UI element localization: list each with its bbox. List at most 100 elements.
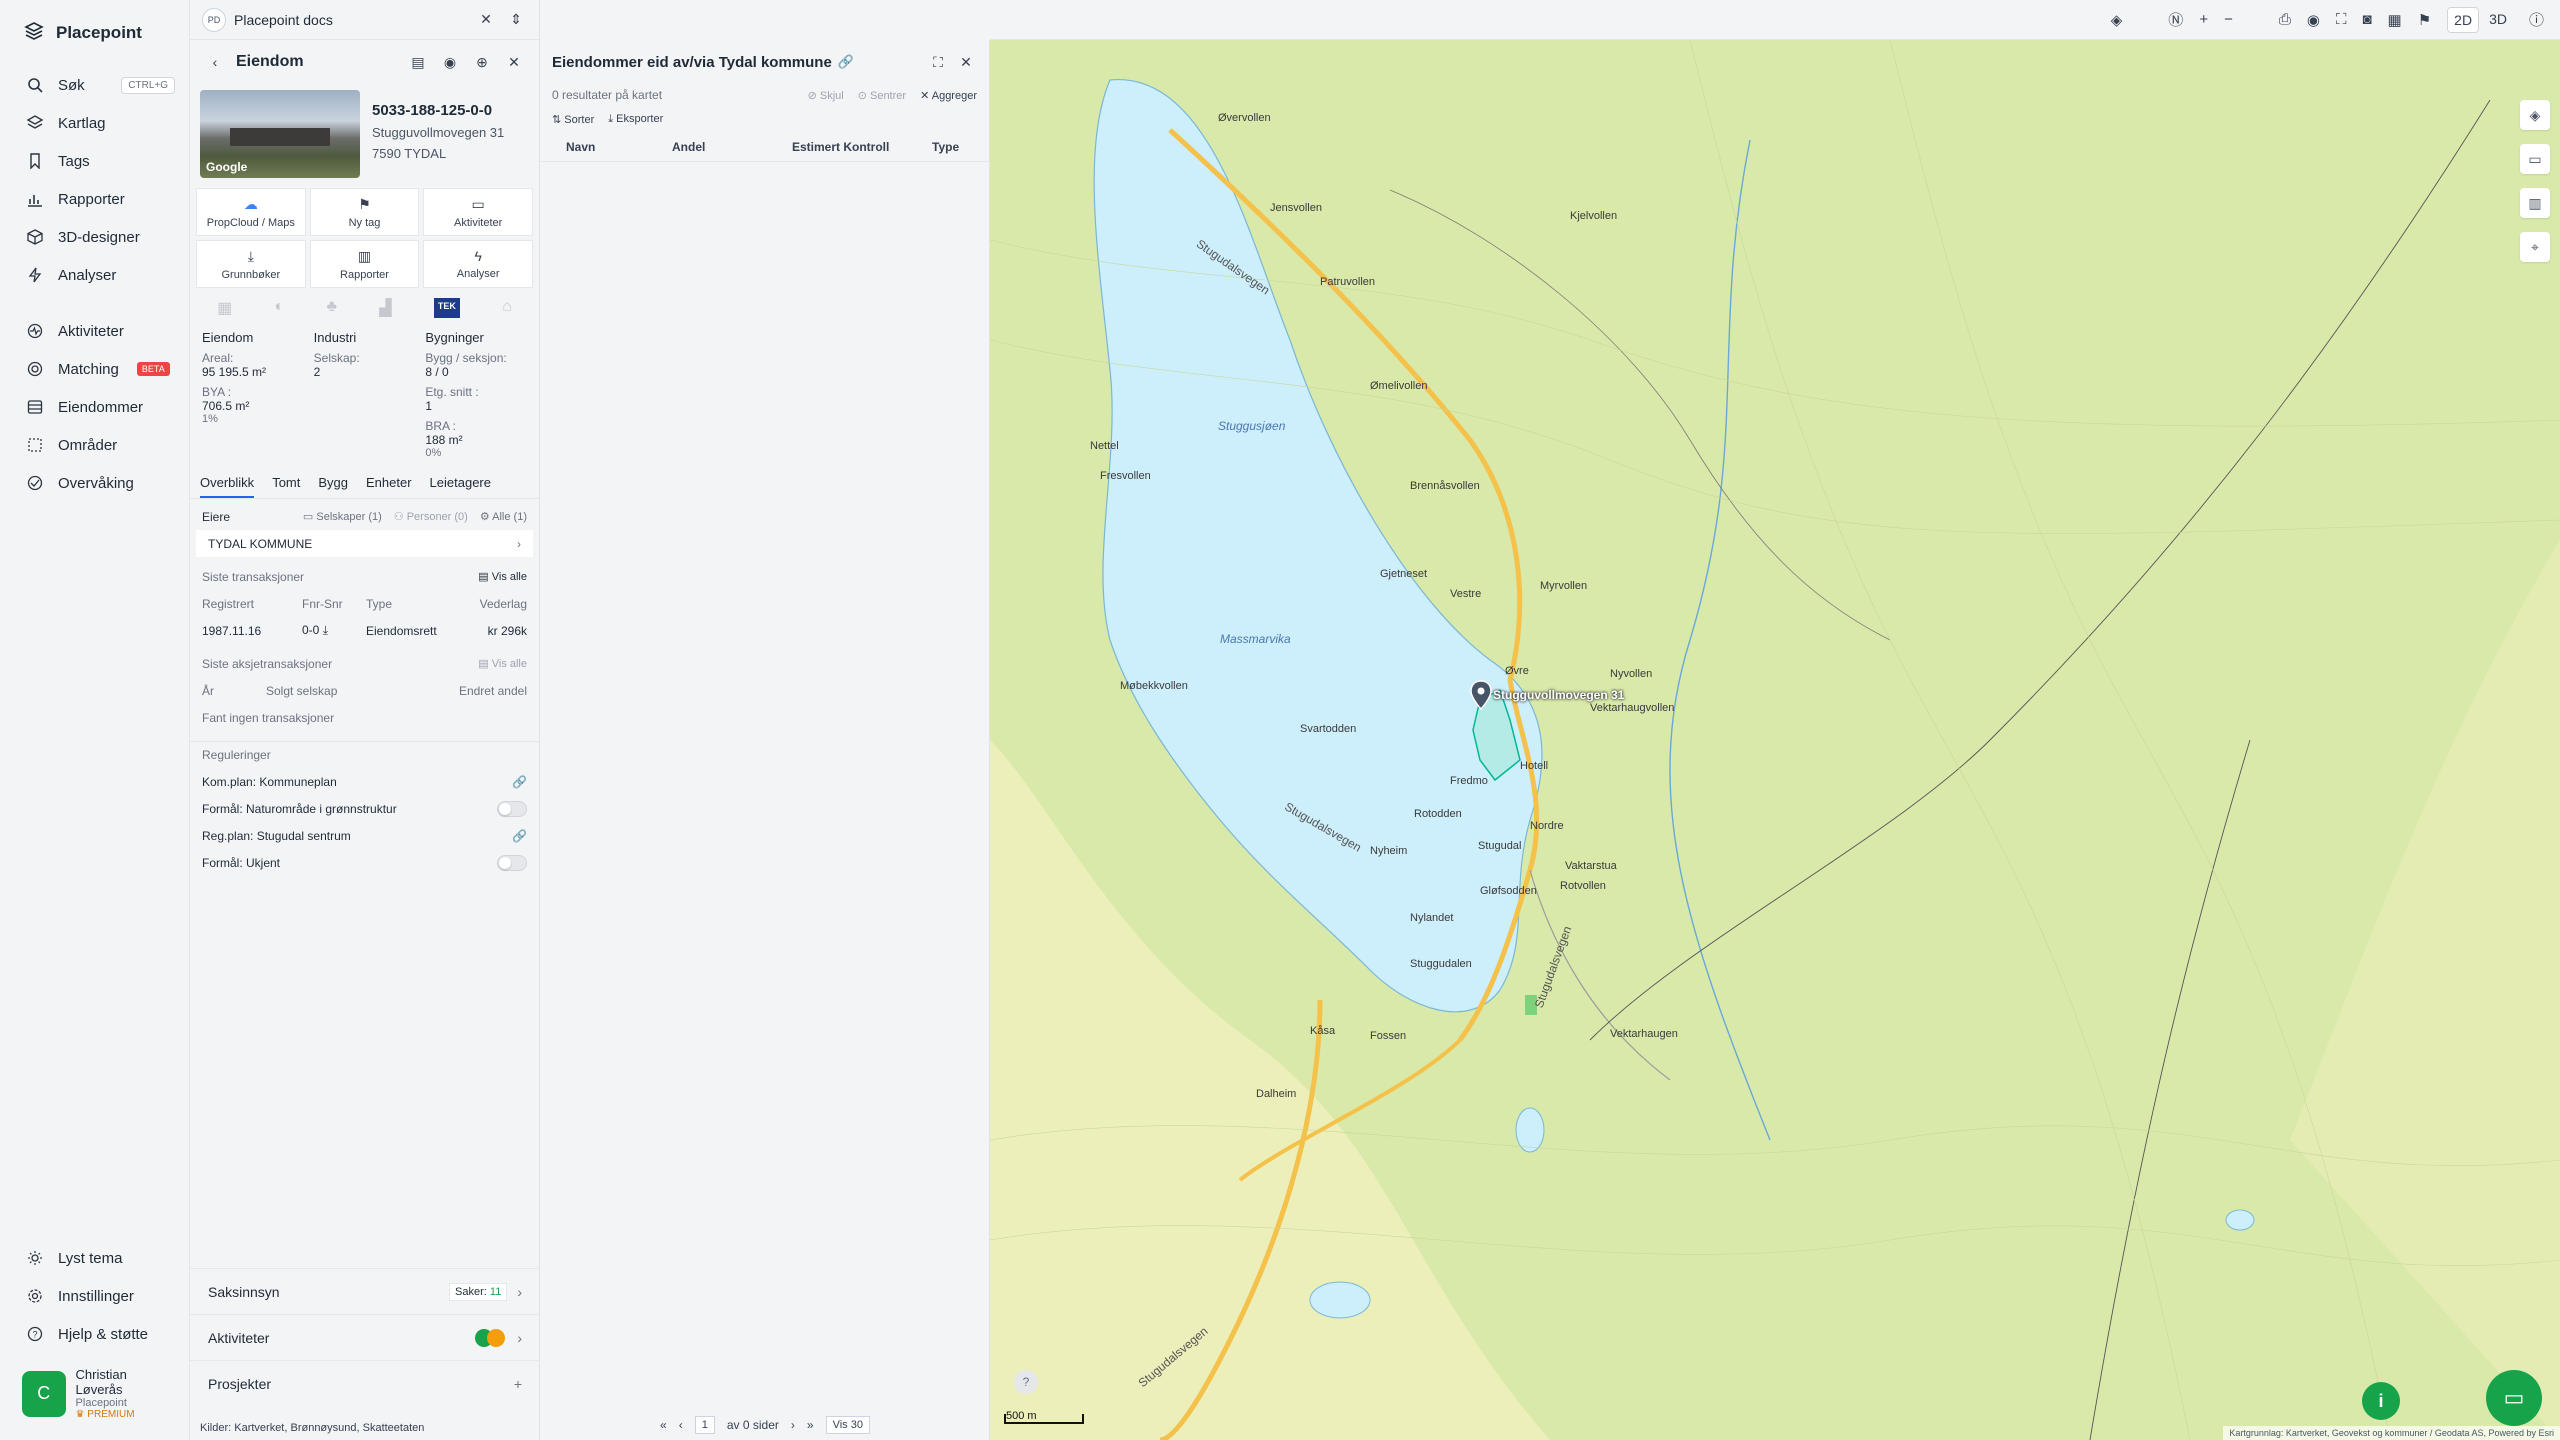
link-icon[interactable]: 🔗 [512, 775, 527, 789]
info-icon[interactable]: ⓘ [2529, 9, 2544, 30]
app-brand[interactable]: Placepoint [0, 0, 189, 66]
map-place-label: Massmarvika [1220, 632, 1291, 646]
chevron-updown-icon[interactable]: ⇕ [505, 9, 527, 31]
filter-persons[interactable]: ⚇ Personer (0) [394, 510, 468, 523]
close-icon[interactable]: ✕ [503, 51, 525, 73]
view-3d-button[interactable]: 3D [2483, 7, 2513, 33]
link-icon[interactable]: 🔗 [512, 829, 527, 843]
nav-overvaking[interactable]: Overvåking [0, 464, 189, 502]
analyses-button[interactable]: ϟ Analyser [423, 240, 533, 288]
view-2d-button[interactable]: 2D [2447, 6, 2480, 33]
globe-layer-icon[interactable]: ◐ [275, 298, 285, 318]
close-icon[interactable]: ✕ [475, 9, 497, 31]
measure-icon[interactable]: ⌖ [2520, 232, 2550, 262]
ruler-icon[interactable]: ▭ [2520, 144, 2550, 174]
nav-search[interactable]: Søk CTRL+G [0, 66, 189, 104]
info-button[interactable]: i [2362, 1382, 2400, 1420]
export-button[interactable]: ⤓ Eksporter [608, 113, 663, 126]
sort-button[interactable]: ⇅ Sorter [552, 113, 594, 126]
reg-row[interactable]: Kom.plan: Kommuneplan 🔗 [190, 768, 539, 795]
property-address[interactable]: Stugguvollmovegen 31 [372, 125, 504, 140]
grid-layer-icon[interactable]: ▦ [217, 298, 232, 318]
new-tag-button[interactable]: ⚑ Ny tag [309, 188, 420, 236]
aggregate-button[interactable]: ✕ Aggreger [920, 89, 977, 102]
nav-aktiviteter[interactable]: Aktiviteter [0, 312, 189, 350]
hide-button[interactable]: ⊘ Skjul [808, 89, 844, 102]
accordion-prosjekter[interactable]: Prosjekter + [190, 1360, 540, 1406]
tab-bygg[interactable]: Bygg [318, 475, 348, 498]
fullscreen-icon[interactable]: ⛶ [2336, 11, 2347, 28]
settings-icon[interactable]: ⊕ [471, 51, 493, 73]
map-view[interactable]: Stuggusjøen Massmarvika Øvervollen Jensv… [990, 40, 2560, 1440]
tab-enheter[interactable]: Enheter [366, 475, 412, 498]
nav-omrader[interactable]: Områder [0, 426, 189, 464]
street-view-thumbnail[interactable]: Google [200, 90, 360, 178]
nav-settings[interactable]: Innstillinger [0, 1277, 190, 1315]
nav-help[interactable]: ? Hjelp & støtte [0, 1315, 190, 1353]
nav-matching[interactable]: Matching BETA [0, 350, 189, 388]
reports-button[interactable]: ▥ Rapporter [309, 240, 420, 288]
map-layer-icon[interactable]: ◈ [2520, 100, 2550, 130]
col-header[interactable]: Navn [552, 140, 672, 154]
id-card-icon[interactable]: ▤ [407, 51, 429, 73]
view-all-link[interactable]: ▤ Vis alle [478, 657, 527, 670]
layers-icon[interactable]: ◈ [2111, 11, 2123, 29]
user-profile[interactable]: C Christian Løverås Placepoint ♛ PREMIUM [16, 1361, 178, 1426]
nav-tags[interactable]: Tags [0, 142, 189, 180]
link-icon[interactable]: 🔗 [838, 54, 854, 70]
prev-page-button[interactable]: ‹ [679, 1418, 683, 1432]
page-size-select[interactable]: Vis 30 [825, 1416, 870, 1434]
nav-eiendommer[interactable]: Eiendommer [0, 388, 189, 426]
last-page-button[interactable]: » [807, 1418, 814, 1432]
download-icon[interactable]: ⤓ [323, 623, 328, 637]
tab-tomt[interactable]: Tomt [272, 475, 300, 498]
tab-title[interactable]: Placepoint docs [234, 12, 467, 28]
filter-all[interactable]: ⚙ Alle (1) [480, 510, 527, 523]
tek-layer-icon[interactable]: TEK [433, 298, 460, 318]
toggle-switch[interactable] [497, 800, 527, 817]
eye-icon[interactable]: ◉ [439, 51, 461, 73]
eye-icon[interactable]: ◉ [2307, 11, 2320, 29]
close-icon[interactable]: ✕ [955, 51, 977, 73]
print-icon[interactable]: ⎙ [2279, 11, 2291, 28]
camera-icon[interactable]: ◙ [2362, 11, 2371, 28]
transaction-row[interactable]: 1987.11.16 0-0 ⤓ Eiendomsrett kr 296k [190, 617, 539, 644]
tab-leietagere[interactable]: Leietagere [430, 475, 491, 498]
zoom-in-button[interactable]: + [2199, 11, 2208, 28]
next-page-button[interactable]: › [791, 1418, 795, 1432]
nav-kartlag[interactable]: Kartlag [0, 104, 189, 142]
col-header[interactable]: Estimert Kontroll [792, 140, 932, 154]
nav-rapporter[interactable]: Rapporter [0, 180, 189, 218]
nav-3d-designer[interactable]: 3D-designer [0, 218, 189, 256]
view-all-link[interactable]: ▤ Vis alle [478, 570, 527, 583]
first-page-button[interactable]: « [660, 1418, 667, 1432]
help-icon[interactable]: ? [1014, 1370, 1038, 1394]
nav-analyser[interactable]: Analyser [0, 256, 189, 294]
col-header[interactable]: Andel [672, 140, 792, 154]
reg-row[interactable]: Reg.plan: Stugudal sentrum 🔗 [190, 822, 539, 849]
center-button[interactable]: ⊙ Sentrer [858, 89, 906, 102]
bookmark-icon[interactable]: ⚑ [2418, 11, 2431, 29]
house-layer-icon[interactable]: ⌂ [502, 298, 512, 318]
propcloud-button[interactable]: ☁ PropCloud / Maps [196, 188, 306, 236]
bars-layer-icon[interactable]: ▟ [379, 298, 391, 318]
col-header[interactable]: Type [932, 140, 959, 154]
back-icon[interactable]: ‹ [204, 51, 226, 73]
accordion-saksinnsyn[interactable]: Saksinnsyn Saker: 11 › [190, 1268, 540, 1314]
activities-button[interactable]: ▭ Aktiviteter [423, 188, 533, 236]
compass-icon[interactable]: Ⓝ [2168, 9, 2183, 30]
page-input[interactable]: 1 [694, 1416, 715, 1434]
grunnboker-button[interactable]: ⤓ Grunnbøker [196, 240, 306, 288]
chat-button[interactable]: ▭ [2486, 1370, 2542, 1426]
owner-row[interactable]: TYDAL KOMMUNE › [196, 530, 533, 557]
grid-icon[interactable]: ▦ [2388, 11, 2402, 29]
nav-theme[interactable]: Lyst tema [0, 1239, 190, 1277]
filter-companies[interactable]: ▭ Selskaper (1) [303, 510, 382, 523]
expand-icon[interactable]: ⛶ [927, 51, 949, 73]
zoom-out-button[interactable]: − [2224, 11, 2233, 28]
tab-overblikk[interactable]: Overblikk [200, 475, 255, 498]
tree-layer-icon[interactable]: ♣ [327, 298, 338, 318]
accordion-aktiviteter[interactable]: Aktiviteter › [190, 1314, 540, 1360]
chart-icon[interactable]: ▥ [2520, 188, 2550, 218]
toggle-switch[interactable] [497, 854, 527, 871]
